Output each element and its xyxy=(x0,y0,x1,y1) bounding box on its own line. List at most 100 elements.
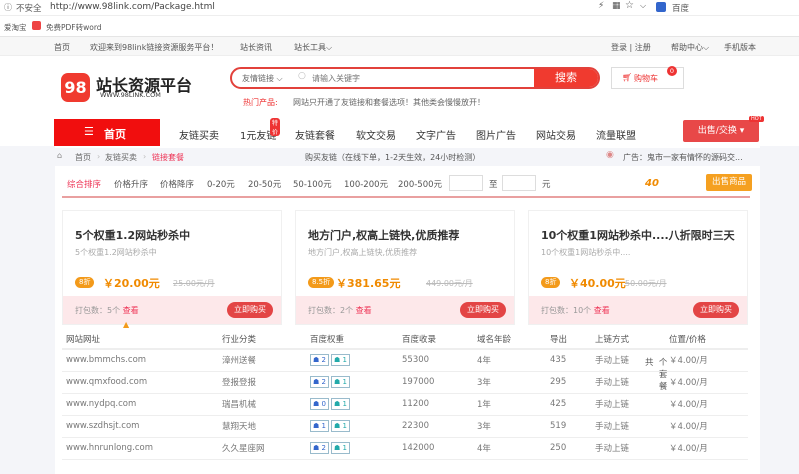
price-max-input[interactable] xyxy=(502,175,536,191)
help-center[interactable]: 帮助中心⌵ xyxy=(671,42,709,53)
old-price: 449.00元/月 xyxy=(426,279,473,288)
star-icon[interactable]: ☆ xyxy=(625,0,634,11)
card-subtitle: 10个权重1网站秒杀中.... xyxy=(541,248,631,257)
security-label: 不安全 xyxy=(16,4,42,14)
mobile-version[interactable]: 手机版本 xyxy=(724,42,756,53)
domain-age: 4年 xyxy=(477,444,491,454)
filter-item[interactable]: 100-200元 xyxy=(344,178,388,190)
filter-item[interactable]: 价格升序 xyxy=(114,178,148,190)
buy-now-button[interactable]: 立即购买 xyxy=(693,302,739,318)
breadcrumb-current: 链接套餐 xyxy=(152,153,184,162)
ad-icon: ◉ xyxy=(606,150,614,160)
site-url[interactable]: www.qmxfood.com xyxy=(66,377,147,387)
domain-age: 3年 xyxy=(477,378,491,388)
pdf-icon xyxy=(32,21,41,30)
nav-item[interactable]: 流量联盟 xyxy=(596,127,636,142)
nav-item[interactable]: 软文交易 xyxy=(356,127,396,142)
filter-item[interactable]: 200-500元 xyxy=(398,178,442,190)
filter-item[interactable]: 0-20元 xyxy=(207,178,235,190)
baidu-mobile-weight-badge: ☗ 1 xyxy=(330,442,350,454)
cart-count-badge: 0 xyxy=(667,66,677,76)
nav-item[interactable]: 友链套餐 xyxy=(295,127,335,142)
top-nav: 首页 欢迎来到98link链接资源服务平台！ 站长资讯 站长工具⌵ 登录 | 注… xyxy=(0,37,799,56)
bookmark[interactable]: 免费PDF转word xyxy=(46,22,102,33)
package-card[interactable]: 地方门户,权高上链快,优质推荐 地方门户,权高上链快,优质推荐 8.5折 ￥38… xyxy=(295,210,515,325)
baidu-pc-weight: 1 xyxy=(321,422,326,430)
breadcrumb-item[interactable]: 首页 xyxy=(75,152,91,163)
nav-item[interactable]: 图片广告 xyxy=(476,127,516,142)
outbound-links: 250 xyxy=(550,443,567,453)
site-url[interactable]: www.hnrunlong.com xyxy=(66,443,153,453)
package-card[interactable]: 5个权重1.2网站秒杀中 5个权重1.2网站秒杀中 8折 ￥20.00元 25.… xyxy=(62,210,282,329)
welcome-text: 欢迎来到98link链接资源服务平台！ xyxy=(90,43,219,52)
view-link[interactable]: 查看 xyxy=(356,306,372,315)
search-input[interactable] xyxy=(312,70,532,86)
filter-item[interactable]: 综合排序 xyxy=(67,178,101,190)
sell-goods-button[interactable]: 出售商品 xyxy=(706,174,753,191)
notice-text: 购买友链（在线下单，1-2天生效，24小时检测） xyxy=(305,153,481,162)
topnav-tools[interactable]: 站长工具⌵ xyxy=(294,42,332,53)
cart-icon: 🛒︎ xyxy=(622,73,633,82)
site-url[interactable]: www.nydpq.com xyxy=(66,399,136,409)
cart-button[interactable]: 🛒︎ 购物车 0 xyxy=(611,66,684,89)
nav-item[interactable]: 文字广告 xyxy=(416,127,456,142)
ad-link[interactable]: 广告：鬼市一家有情怀的源码交... xyxy=(623,152,743,163)
baidu-pc-weight: 2 xyxy=(321,378,326,386)
column-header: 上链方式 xyxy=(595,330,669,350)
url-text[interactable]: http://www.98link.com/Package.html xyxy=(50,2,215,12)
baidu-weight-badge: ☗ 0 xyxy=(310,398,329,410)
logo-icon[interactable]: 98 xyxy=(61,73,90,102)
price-min-input[interactable] xyxy=(449,175,483,191)
info-icon: ⓘ xyxy=(4,3,12,12)
buy-now-button[interactable]: 立即购买 xyxy=(460,302,506,318)
card-title[interactable]: 10个权重1网站秒杀中....八折限时三天 xyxy=(541,227,735,243)
link-method: 手动上链 xyxy=(595,400,630,410)
sell-exchange-button[interactable]: 出售/交换 ▾ xyxy=(683,120,759,142)
search-button[interactable]: 搜索 xyxy=(534,69,598,87)
search-engine-label[interactable]: 百度 xyxy=(672,2,689,14)
link-method: 手动上链 xyxy=(595,444,630,454)
table-row: www.nydpq.com 瑞昌机械 ☗ 0 ☗ 1 11200 1年 425 手动上链 ￥4.… xyxy=(62,393,748,416)
search-category-select[interactable]: 友情链接 ⌵ xyxy=(242,73,283,84)
breadcrumb-item[interactable]: 友链买卖 xyxy=(105,152,137,163)
site-url[interactable]: www.szdhsjt.com xyxy=(66,421,139,431)
nav-item[interactable]: 友链买卖 xyxy=(179,127,219,142)
domain-age: 4年 xyxy=(477,356,491,367)
qr-icon[interactable]: ▦ xyxy=(612,1,621,11)
to-label: 至 xyxy=(489,180,498,190)
package-card[interactable]: 10个权重1网站秒杀中....八折限时三天 10个权重1网站秒杀中.... 8折… xyxy=(528,210,748,325)
price: ￥4.00/月 xyxy=(669,444,708,454)
buy-now-button[interactable]: 立即购买 xyxy=(227,302,273,318)
industry: 慧翔天地 xyxy=(222,422,257,432)
baidu-weight-badge: ☗ 2 xyxy=(310,354,329,367)
baidu-weight-badge: ☗ 2 xyxy=(310,442,329,454)
baidu-icon xyxy=(656,2,666,12)
baidu-weight-badge: ☗ 1 xyxy=(310,420,329,432)
site-url[interactable]: www.bmmchs.com xyxy=(66,355,146,365)
login-register[interactable]: 登录 | 注册 xyxy=(611,42,651,53)
card-title[interactable]: 5个权重1.2网站秒杀中 xyxy=(75,227,190,243)
address-bar[interactable]: ⓘ 不安全 http://www.98link.com/Package.html… xyxy=(0,0,799,16)
chevron-down-icon[interactable]: ⌵ xyxy=(640,1,646,11)
card-title[interactable]: 地方门户,权高上链快,优质推荐 xyxy=(308,227,459,243)
discount-badge: 8折 xyxy=(541,277,561,288)
cart-label: 购物车 xyxy=(634,74,658,83)
bookmarks-bar: 爱淘宝 免费PDF转word xyxy=(0,17,799,37)
view-link[interactable]: 查看 xyxy=(123,306,139,315)
filter-item[interactable]: 50-100元 xyxy=(293,178,332,190)
link-method: 手动上链 xyxy=(595,356,630,367)
nav-home[interactable]: ☰ 首页 xyxy=(54,119,160,146)
topnav-news[interactable]: 站长资讯 xyxy=(240,42,272,53)
nav-item[interactable]: 网站交易 xyxy=(536,127,576,142)
view-link[interactable]: 查看 xyxy=(594,306,610,315)
topnav-home[interactable]: 首页 xyxy=(54,42,70,53)
lightning-icon[interactable]: ⚡ xyxy=(598,1,604,11)
outbound-links: 435 xyxy=(550,355,567,366)
filter-item[interactable]: 价格降序 xyxy=(160,178,194,190)
baidu-index: 142000 xyxy=(402,443,435,453)
baidu-index: 22300 xyxy=(402,421,430,431)
column-header: 行业分类 xyxy=(222,330,310,350)
filter-item[interactable]: 20-50元 xyxy=(248,178,281,190)
bookmark[interactable]: 爱淘宝 xyxy=(4,22,27,33)
sale-badge: 特价 xyxy=(270,118,281,136)
